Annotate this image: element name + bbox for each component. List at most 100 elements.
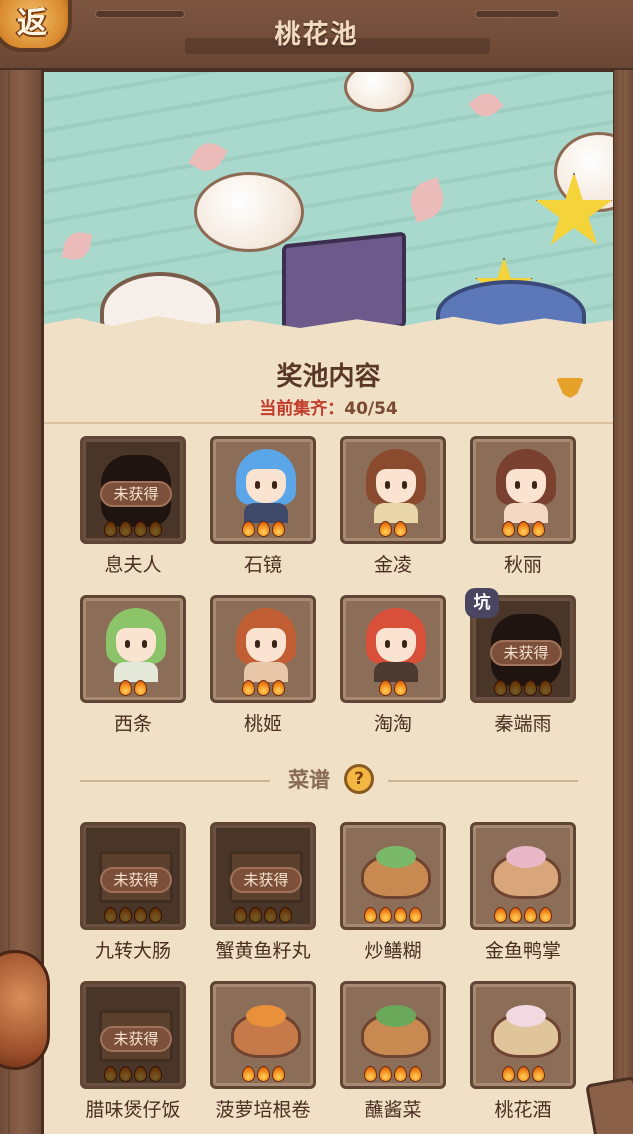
flame-star-icon (241, 1066, 255, 1082)
character-portrait[interactable] (80, 595, 186, 703)
not-obtained-badge: 未获得 (230, 867, 302, 893)
star-rating (343, 1066, 443, 1082)
recipe-card[interactable]: 未获得 蟹黄鱼籽丸 (210, 822, 316, 963)
pit-badge: 坑 (465, 588, 499, 618)
flame-star-icon (394, 521, 407, 537)
back-button-label: 返 (17, 6, 47, 41)
dish-illustration (361, 1005, 431, 1058)
character-body (114, 662, 158, 682)
flame-star-icon (516, 521, 530, 537)
recipe-name: 九转大肠 (94, 940, 171, 962)
flame-star-icon (119, 680, 132, 696)
character-body (244, 662, 288, 682)
recipe-card[interactable]: 炒鳝糊 (340, 822, 446, 963)
recipe-card[interactable]: 菠萝培根卷 (210, 981, 316, 1122)
flame-star-icon (104, 907, 117, 923)
recipe-card[interactable]: 桃花酒 (470, 981, 576, 1122)
character-card[interactable]: 淘淘 (340, 595, 446, 736)
divider (44, 422, 613, 424)
not-obtained-badge: 未获得 (490, 640, 562, 666)
flame-star-icon (241, 521, 255, 537)
recipe-section-title: 菜谱 (288, 768, 330, 792)
recipe-card[interactable]: 金鱼鸭掌 (470, 822, 576, 963)
flame-star-icon (104, 1066, 117, 1082)
recipe-image[interactable]: 未获得 (80, 822, 186, 930)
recipe-grid: 未获得 九转大肠 未获得 蟹黄鱼籽丸 炒鳝糊 金鱼鸭掌 未获得 腊味煲仔饭 菠萝培根卷 蘸酱菜 桃花… (80, 822, 580, 1122)
flame-star-icon (271, 521, 285, 537)
character-card[interactable]: 西条 (80, 595, 186, 736)
recipe-name: 桃花酒 (494, 1099, 552, 1121)
flame-star-icon (256, 521, 270, 537)
character-face (376, 469, 416, 503)
character-face (376, 628, 416, 662)
character-name: 石镜 (243, 554, 282, 576)
flame-star-icon (134, 907, 147, 923)
flame-star-icon (494, 907, 507, 923)
pool-section-title: 奖池内容 (276, 362, 381, 392)
character-portrait[interactable]: 未获得 坑 (465, 588, 576, 703)
character-card[interactable]: 未获得 息夫人 (80, 436, 186, 577)
collect-value: 40/54 (344, 399, 398, 419)
star-rating (83, 1066, 183, 1082)
character-card[interactable]: 未获得 坑秦端雨 (465, 588, 576, 736)
character-illustration (106, 608, 166, 682)
character-name: 金凌 (373, 554, 412, 576)
star-rating (213, 521, 313, 537)
character-portrait[interactable]: 未获得 (80, 436, 186, 544)
character-name: 秋丽 (503, 554, 542, 576)
character-name: 秦端雨 (494, 713, 552, 735)
not-obtained-badge: 未获得 (100, 867, 172, 893)
flame-star-icon (149, 521, 162, 537)
character-portrait[interactable] (340, 595, 446, 703)
character-portrait[interactable] (470, 436, 576, 544)
flame-star-icon (524, 680, 537, 696)
flame-star-icon (134, 1066, 147, 1082)
recipe-card[interactable]: 未获得 腊味煲仔饭 (80, 981, 186, 1122)
recipe-image[interactable]: 未获得 (210, 822, 316, 930)
not-obtained-badge: 未获得 (100, 481, 172, 507)
recipe-header: 菜谱 ? (44, 762, 613, 798)
flame-star-icon (119, 1066, 132, 1082)
character-illustration (236, 449, 296, 523)
character-face (246, 469, 286, 503)
recipe-card[interactable]: 未获得九转大肠 (80, 822, 186, 963)
character-body (374, 503, 418, 523)
star-rating (343, 521, 443, 537)
recipe-image[interactable] (340, 822, 446, 930)
character-name: 西条 (113, 713, 152, 735)
character-portrait[interactable] (210, 436, 316, 544)
flame-star-icon (494, 680, 507, 696)
character-portrait[interactable] (340, 436, 446, 544)
flame-star-icon (249, 907, 262, 923)
character-card[interactable]: 石镜 (210, 436, 316, 577)
character-name: 息夫人 (104, 554, 162, 576)
recipe-card[interactable]: 蘸酱菜 (340, 981, 446, 1122)
character-card[interactable]: 桃姬 (210, 595, 316, 736)
recipe-image[interactable] (470, 981, 576, 1089)
recipe-name: 菠萝培根卷 (215, 1099, 311, 1121)
recipe-image[interactable] (210, 981, 316, 1089)
character-face (116, 628, 156, 662)
recipe-image[interactable] (340, 981, 446, 1089)
character-face (506, 469, 546, 503)
dish-illustration (361, 846, 431, 899)
back-button[interactable]: 返 (0, 0, 72, 52)
recipe-image[interactable] (470, 822, 576, 930)
flame-star-icon (501, 521, 515, 537)
flame-star-icon (379, 680, 392, 696)
page-title: 桃花池 (274, 20, 359, 50)
recipe-image[interactable]: 未获得 (80, 981, 186, 1089)
help-icon[interactable]: ? (344, 764, 374, 794)
character-portrait[interactable] (210, 595, 316, 703)
pool-panel[interactable]: 奖池内容 当前集齐：40/54 未获得 息夫人 石镜 金凌 秋丽 西条 桃姬 淘淘 未获得坑秦端… (44, 72, 613, 1134)
divider-left (80, 780, 270, 782)
flame-star-icon (409, 1066, 422, 1082)
flame-star-icon (104, 521, 117, 537)
flame-star-icon (531, 521, 545, 537)
flame-star-icon (119, 907, 132, 923)
character-face (246, 628, 286, 662)
character-card[interactable]: 秋丽 (470, 436, 576, 577)
character-illustration (366, 449, 426, 523)
flame-star-icon (539, 680, 552, 696)
character-card[interactable]: 金凌 (340, 436, 446, 577)
